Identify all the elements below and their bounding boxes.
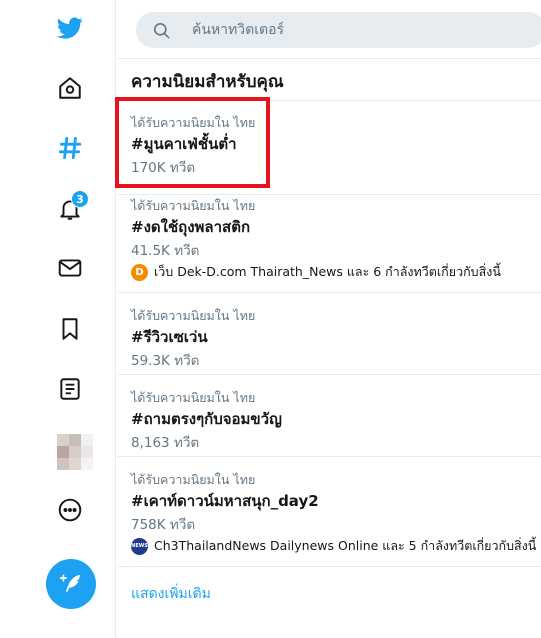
trend-tweet-count: 758K ทวีต [131,517,196,533]
compose-tweet-button[interactable] [46,559,96,609]
related-accounts-text: เว็บ Dek-D.com Thairath_News และ 6 กำลัง… [154,264,501,279]
trend-item[interactable]: ได้รับความนิยมใน ไทย #งดใช้ถุงพลาสติก 41… [117,196,541,292]
search-input[interactable] [192,18,532,42]
highlight-annotation-box [115,97,270,188]
divider [117,58,541,59]
trend-item[interactable]: ได้รับความนิยมใน ไทย #เคาท์ดาวน์มหาสนุก_… [117,470,541,566]
related-accounts-text: Ch3ThailandNews Dailynews Online และ 5 ก… [154,538,537,553]
explore-main-column: ความนิยมสำหรับคุณ ได้รับความนิยมใน ไทย #… [117,0,541,638]
home-icon[interactable] [50,68,90,108]
trend-context: ได้รับความนิยมใน ไทย [131,472,256,487]
divider [117,456,541,457]
search-bar[interactable] [136,12,541,48]
trend-context: ได้รับความนิยมใน ไทย [131,390,256,405]
trend-tweet-count: 59.3K ทวีต [131,353,200,369]
section-title: ความนิยมสำหรับคุณ [131,72,284,92]
more-options-icon[interactable] [50,490,90,530]
divider [117,374,541,375]
divider [117,292,541,293]
trend-related-accounts[interactable]: D เว็บ Dek-D.com Thairath_News และ 6 กำล… [131,262,501,282]
lists-icon[interactable] [50,369,90,409]
trend-hashtag[interactable]: #ถามตรงๆกับจอมขวัญ [131,407,282,431]
trend-tweet-count: 41.5K ทวีต [131,243,200,259]
trend-hashtag[interactable]: #เคาท์ดาวน์มหาสนุก_day2 [131,489,319,513]
feather-quill-icon [59,574,81,592]
trend-item[interactable]: ได้รับความนิยมใน ไทย #ถามตรงๆกับจอมขวัญ … [117,388,541,458]
trend-context: ได้รับความนิยมใน ไทย [131,308,256,323]
trend-context: ได้รับความนิยมใน ไทย [131,198,256,213]
notification-count-badge: 3 [71,190,89,208]
explore-hashtag-icon[interactable] [50,128,90,168]
ch3-news-avatar-icon: NEWS [131,537,148,555]
trend-hashtag[interactable]: #รีวิวเซเว่น [131,325,208,349]
trend-tweet-count: 8,163 ทวีต [131,435,200,451]
trend-related-accounts[interactable]: NEWS Ch3ThailandNews Dailynews Online แล… [131,536,536,556]
dek-d-avatar-icon: D [131,263,148,281]
show-more-link[interactable]: แสดงเพิ่มเติม [131,583,211,605]
divider [117,194,541,195]
trend-hashtag[interactable]: #งดใช้ถุงพลาสติก [131,215,250,239]
trend-item[interactable]: ได้รับความนิยมใน ไทย #รีวิวเซเว่น 59.3K … [117,306,541,376]
left-sidebar: 3 [0,0,116,638]
profile-avatar[interactable] [57,434,93,470]
bookmarks-icon[interactable] [50,309,90,349]
notifications-bell-icon[interactable]: 3 [50,189,90,229]
messages-envelope-icon[interactable] [50,248,90,288]
twitter-logo-icon[interactable] [50,8,90,48]
divider [117,566,541,567]
search-icon [153,22,170,39]
